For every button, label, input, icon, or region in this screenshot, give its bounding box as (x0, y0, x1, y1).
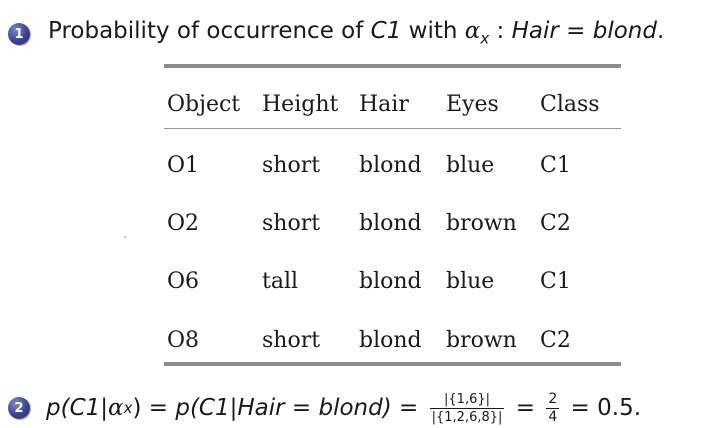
formula-fraction-counts: 2 4 (546, 390, 560, 425)
formula-lhs-close: ) (132, 395, 142, 421)
table-cell-hair: blond (359, 211, 422, 236)
column-header-height: Height (262, 92, 339, 117)
formula-equals-4: = (563, 395, 598, 421)
table-cell-class: C2 (540, 328, 571, 353)
column-header-hair: Hair (359, 92, 409, 117)
formula-lhs-open: p(C1| (46, 395, 109, 421)
table-cell-eyes: brown (446, 211, 517, 236)
table-cell-height: short (262, 153, 321, 178)
table-cell-height: short (262, 211, 321, 236)
table-cell-height: tall (262, 269, 299, 294)
fraction-bar (429, 407, 505, 409)
column-header-class: Class (540, 92, 600, 117)
heading-alpha-subscript: x (480, 29, 490, 48)
formula-alpha-symbol: α (108, 395, 124, 421)
fraction-denominator: 4 (548, 408, 558, 425)
table-cell-class: C2 (540, 211, 571, 236)
table-cell-eyes: blue (446, 269, 495, 294)
heading-alpha-symbol: α (464, 18, 481, 44)
fraction-denominator: |{1,2,6,8}| (431, 409, 503, 425)
table-cell-eyes: blue (446, 153, 495, 178)
fraction-numerator: 2 (548, 390, 558, 407)
heading: Probability of occurrence of C1 with αx … (48, 14, 664, 56)
column-header-object: Object (167, 92, 241, 117)
table-cell-object: O1 (167, 153, 200, 178)
formula-equals-3: = (508, 395, 543, 421)
table-cell-object: O2 (167, 211, 200, 236)
formula-conditional: p(C1|Hair = blond) (175, 395, 392, 421)
bullet-number-1: 1 (8, 23, 30, 45)
formula-equals-1: = (141, 395, 176, 421)
table-cell-hair: blond (359, 153, 422, 178)
table-cell-class: C1 (540, 153, 571, 178)
formula-result: 0.5. (597, 395, 642, 421)
formula-alpha-subscript: x (123, 399, 133, 417)
table-cell-hair: blond (359, 269, 422, 294)
heading-equals: = (558, 18, 593, 44)
formula-equals-2: = (391, 395, 426, 421)
fraction-numerator: |{1,6}| (444, 391, 490, 407)
table-cell-object: O8 (167, 328, 200, 353)
formula-fraction-sets: |{1,6}| |{1,2,6,8}| (429, 391, 505, 425)
table-cell-class: C1 (540, 269, 571, 294)
table-cell-object: O6 (167, 269, 200, 294)
column-header-eyes: Eyes (446, 92, 499, 117)
heading-prefix: Probability of occurrence of (48, 18, 371, 44)
heading-value: blond (592, 18, 657, 44)
table-cell-height: short (262, 328, 321, 353)
heading-colon: : (489, 18, 512, 44)
table-top-rule (164, 64, 621, 68)
table-cell-eyes: brown (446, 328, 517, 353)
table-bottom-rule (164, 362, 621, 366)
table-cell-hair: blond (359, 328, 422, 353)
probability-formula: p(C1| α x) = p(C1|Hair = blond) = |{1,6}| … (46, 388, 641, 428)
table-header-rule (164, 128, 621, 129)
bullet-number-2: 2 (8, 397, 30, 419)
heading-attribute: Hair (511, 18, 559, 44)
heading-with: with (401, 18, 465, 44)
stray-dot (124, 236, 126, 238)
heading-class-label: C1 (370, 18, 402, 44)
heading-period: . (656, 18, 665, 44)
